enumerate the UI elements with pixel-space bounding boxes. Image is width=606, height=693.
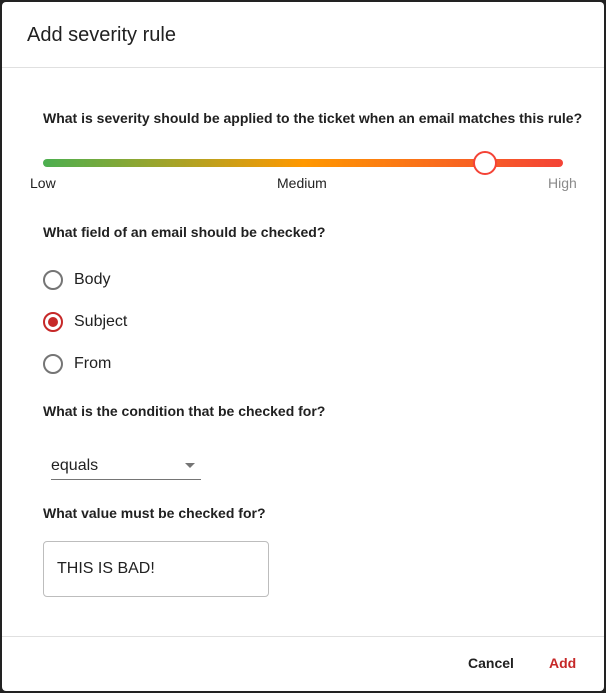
cancel-button[interactable]: Cancel [468,655,514,671]
condition-question: What is the condition that be checked fo… [43,403,326,419]
slider-label-medium: Medium [277,175,327,191]
radio-circle-checked[interactable] [43,312,63,332]
field-question: What field of an email should be checked… [43,224,326,240]
dialog-title: Add severity rule [27,24,176,46]
radio-circle[interactable] [43,270,63,290]
severity-slider-thumb[interactable] [473,151,497,175]
condition-selected-value: equals [51,457,99,474]
value-question: What value must be checked for? [43,505,266,521]
dropdown-arrow-icon [185,463,195,468]
radio-subject[interactable]: Subject [43,312,127,332]
add-severity-rule-dialog: Add severity rule What is severity shoul… [2,2,604,691]
radio-label: Body [74,271,111,288]
radio-label: From [74,355,112,372]
divider [2,636,604,637]
radio-circle[interactable] [43,354,63,374]
slider-label-low: Low [30,175,56,191]
radio-from[interactable]: From [43,354,111,374]
slider-label-high: High [548,175,577,191]
severity-question: What is severity should be applied to th… [43,110,583,126]
add-button[interactable]: Add [549,655,576,671]
radio-body[interactable]: Body [43,270,110,290]
radio-label: Subject [74,313,128,330]
condition-select[interactable]: equals [51,453,201,480]
value-input[interactable]: THIS IS BAD! [43,541,269,597]
divider [2,67,604,68]
